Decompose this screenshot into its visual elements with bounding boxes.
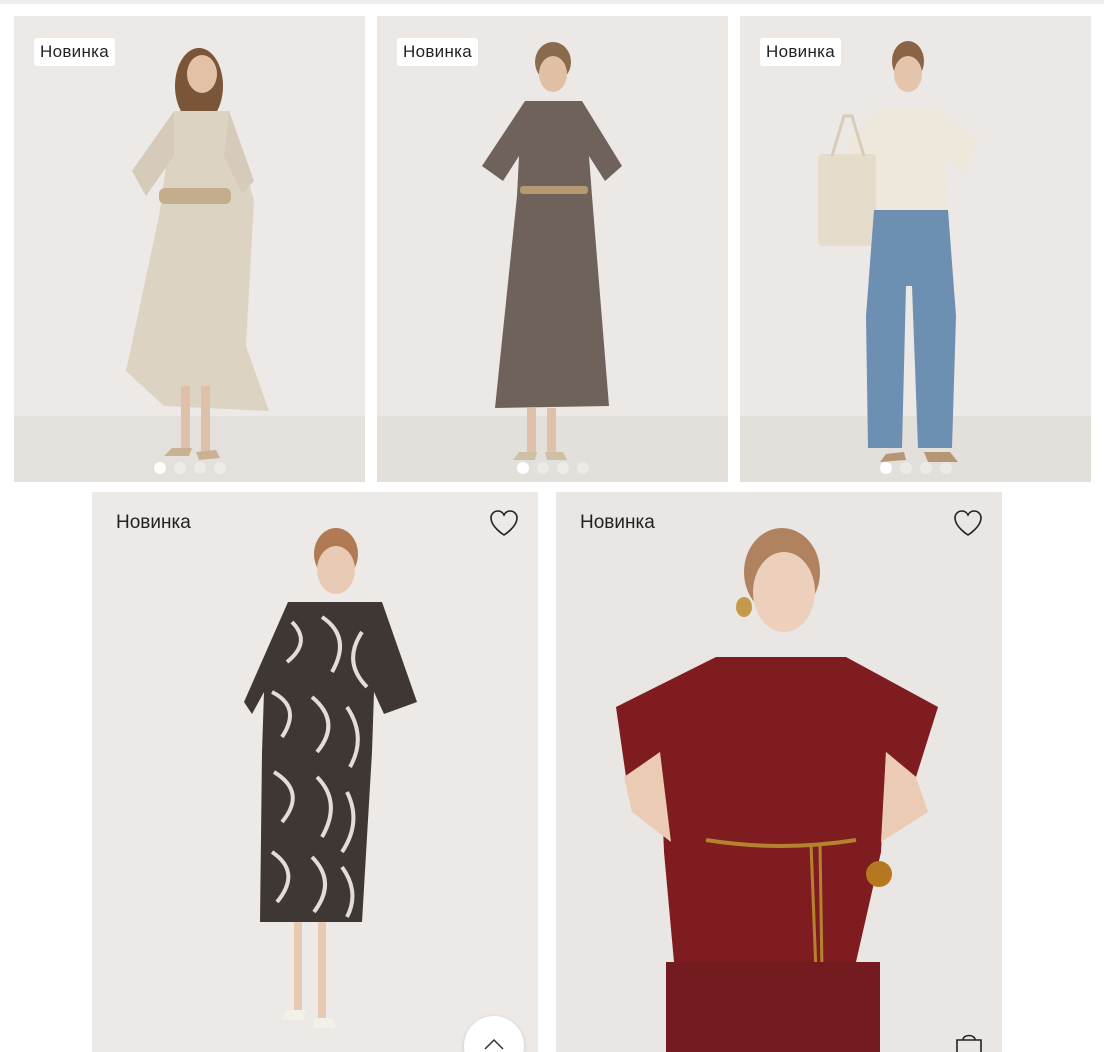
carousel-dot[interactable] [556, 462, 569, 474]
product-card[interactable]: Новинка [92, 492, 538, 1052]
product-card[interactable]: Новинка [740, 16, 1091, 482]
carousel-dot[interactable] [939, 462, 952, 474]
product-card[interactable]: Новинка [556, 492, 1002, 1052]
carousel-dot[interactable] [919, 462, 932, 474]
product-photo [377, 16, 728, 482]
carousel-dot[interactable] [516, 462, 529, 474]
carousel-dot[interactable] [193, 462, 206, 474]
new-badge: Новинка [116, 512, 191, 533]
top-divider [0, 0, 1104, 4]
new-badge: Новинка [760, 38, 842, 66]
heart-outline-icon[interactable] [952, 508, 984, 538]
new-badge: Новинка [34, 38, 116, 66]
new-badge: Новинка [580, 512, 655, 533]
product-photo [556, 492, 1002, 1052]
carousel-dot[interactable] [173, 462, 186, 474]
carousel-dot[interactable] [576, 462, 589, 474]
product-photo [14, 16, 365, 482]
shopping-bag-icon[interactable] [953, 1030, 985, 1052]
product-photo [740, 16, 1091, 482]
product-card[interactable]: Новинка [377, 16, 728, 482]
chevron-up-icon [484, 1038, 504, 1050]
image-carousel-dots [377, 462, 728, 474]
heart-outline-icon[interactable] [488, 508, 520, 538]
carousel-dot[interactable] [213, 462, 226, 474]
image-carousel-dots [740, 462, 1091, 474]
carousel-dot[interactable] [536, 462, 549, 474]
new-badge: Новинка [397, 38, 479, 66]
product-photo [92, 492, 538, 1052]
product-card[interactable]: Новинка [14, 16, 365, 482]
carousel-dot[interactable] [899, 462, 912, 474]
carousel-dot[interactable] [879, 462, 892, 474]
carousel-dot[interactable] [153, 462, 166, 474]
image-carousel-dots [14, 462, 365, 474]
